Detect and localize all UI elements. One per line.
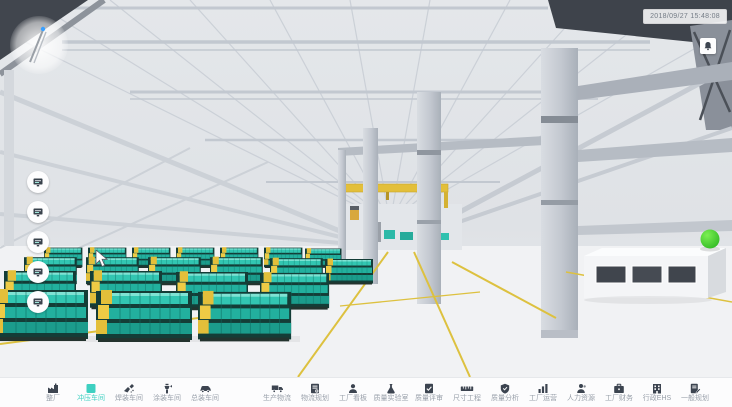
workshop-nav: 整厂 冲压车间 焊装车间: [34, 383, 224, 403]
module-factory-kanban[interactable]: 工厂看板: [334, 383, 372, 403]
dashboard-button-1[interactable]: [27, 171, 49, 193]
module-factory-finance[interactable]: 工厂财务: [600, 383, 638, 403]
dashboard-button-2[interactable]: [27, 201, 49, 223]
ruler-icon: [460, 383, 474, 394]
person-board-icon: [347, 383, 359, 394]
module-label: 质量分析: [491, 395, 519, 403]
bell-icon: [703, 41, 713, 51]
compass-widget[interactable]: [10, 16, 68, 74]
module-label: 质量实验室: [374, 395, 409, 403]
module-label: 工厂运营: [529, 395, 557, 403]
digital-factory-app: 2018/09/27 15:48:08: [0, 0, 732, 407]
module-quality-lab[interactable]: 质量实验室: [372, 383, 410, 403]
far-wall: [344, 204, 462, 250]
tab-label: 总装车间: [191, 395, 219, 403]
bottom-toolbar: 整厂 冲压车间 焊装车间: [0, 377, 732, 407]
route-doc-icon: [309, 383, 321, 394]
module-label: 工厂财务: [605, 395, 633, 403]
module-logistics-planning[interactable]: 物流规划: [296, 383, 334, 403]
welding-icon: [123, 383, 135, 394]
office-cabin: [584, 248, 726, 304]
factory-icon: [47, 383, 59, 394]
module-factory-operations[interactable]: 工厂运营: [524, 383, 562, 403]
tab-whole-factory[interactable]: 整厂: [34, 383, 72, 403]
tab-stamping-workshop[interactable]: 冲压车间: [72, 383, 110, 403]
dashboard-panel-icon: [32, 266, 44, 278]
painting-icon: [161, 383, 173, 394]
module-quality-review[interactable]: 质量评审: [410, 383, 448, 403]
flask-icon: [385, 383, 397, 394]
module-label: 尺寸工程: [453, 395, 481, 403]
module-label: 质量评审: [415, 395, 443, 403]
module-human-resources[interactable]: 人力资源: [562, 383, 600, 403]
assembly-icon: [199, 383, 212, 394]
dashboard-panel-icon: [32, 296, 44, 308]
notification-button[interactable]: [700, 38, 716, 54]
dashboard-panel-icon: [32, 206, 44, 218]
module-label: 生产物流: [263, 395, 291, 403]
module-admin-ehs[interactable]: 行政EHS: [638, 383, 676, 403]
shield-icon: [499, 383, 511, 394]
module-label: 物流规划: [301, 395, 329, 403]
tab-label: 焊装车间: [115, 395, 143, 403]
doc-pencil-icon: [689, 383, 701, 394]
module-label: 一般规划: [681, 395, 709, 403]
building-grid-icon: [651, 383, 663, 394]
status-sphere: [700, 230, 720, 252]
module-label: 工厂看板: [339, 395, 367, 403]
module-production-logistics[interactable]: 生产物流: [258, 383, 296, 403]
module-general-planning[interactable]: 一般规划: [676, 383, 714, 403]
tab-assembly-workshop[interactable]: 总装车间: [186, 383, 224, 403]
dashboard-panel-icon: [32, 176, 44, 188]
module-dimensional-engineering[interactable]: 尺寸工程: [448, 383, 486, 403]
timestamp: 2018/09/27 15:48:08: [643, 9, 727, 24]
doc-check-icon: [423, 383, 435, 394]
workshop-active-icon: [85, 383, 97, 394]
tab-painting-workshop[interactable]: 涂装车间: [148, 383, 186, 403]
dashboard-button-4[interactable]: [27, 261, 49, 283]
tab-label: 涂装车间: [153, 395, 181, 403]
module-quality-analysis[interactable]: 质量分析: [486, 383, 524, 403]
truck-icon: [271, 383, 284, 394]
factory-scene: [0, 0, 732, 377]
compass-needle-icon: [10, 16, 68, 74]
module-nav: 生产物流 物流规划 工厂看板: [258, 383, 714, 403]
tab-welding-workshop[interactable]: 焊装车间: [110, 383, 148, 403]
dashboard-panel-icon: [32, 236, 44, 248]
dashboard-button-3[interactable]: [27, 231, 49, 253]
person-icon: [575, 383, 587, 394]
module-label: 人力资源: [567, 395, 595, 403]
tab-label: 整厂: [46, 395, 60, 403]
viewport-3d[interactable]: [0, 0, 732, 377]
tab-label: 冲压车间: [77, 395, 105, 403]
bar-chart-icon: [537, 383, 549, 394]
briefcase-icon: [613, 383, 625, 394]
dashboard-button-5[interactable]: [27, 291, 49, 313]
module-label: 行政EHS: [643, 395, 671, 403]
